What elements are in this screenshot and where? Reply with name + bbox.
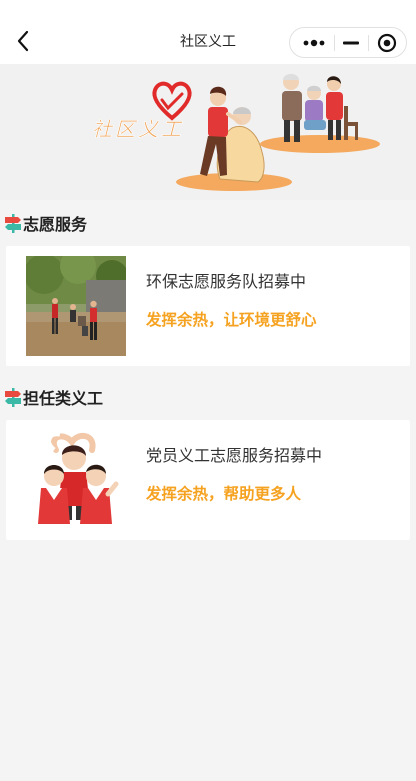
banner-logo-text: 社区义工 xyxy=(92,117,184,141)
list-item-party-volunteer[interactable]: 党员义工志愿服务招募中 发挥余热，帮助更多人 xyxy=(6,420,410,540)
close-button[interactable] xyxy=(369,28,405,57)
section-header-appointed-volunteer: 担任类义工 xyxy=(0,379,416,415)
minus-icon xyxy=(343,41,359,44)
target-circle-icon xyxy=(377,33,397,52)
section-header-volunteer-service: 志愿服务 xyxy=(0,205,416,241)
navigation-bar: 社区义工 xyxy=(0,0,416,64)
signpost-icon xyxy=(5,388,21,407)
list-item-eco-volunteer[interactable]: 环保志愿服务队招募中 发挥余热，让环境更舒心 xyxy=(6,246,410,366)
minimize-button[interactable] xyxy=(335,28,367,57)
heart-hand-icon xyxy=(152,81,192,121)
item-title: 党员义工志愿服务招募中 xyxy=(146,446,323,465)
signpost-icon xyxy=(5,214,21,233)
more-dots-icon xyxy=(303,39,325,46)
section-title: 志愿服务 xyxy=(23,215,88,234)
page: 社区义工 社区义工 志愿服务 环保志愿服务队招募中 发挥余热，让环境更舒心 担任… xyxy=(0,0,416,781)
volunteers-outdoor-photo xyxy=(26,256,126,356)
more-button[interactable] xyxy=(296,28,334,57)
banner: 社区义工 xyxy=(0,64,416,200)
item-subtitle: 发挥余热，让环境更舒心 xyxy=(146,311,317,329)
volunteers-cartoon-heart xyxy=(38,431,119,524)
item-subtitle: 发挥余热，帮助更多人 xyxy=(146,485,302,503)
section-title: 担任类义工 xyxy=(23,389,104,408)
item-title: 环保志愿服务队招募中 xyxy=(146,272,307,291)
banner-illustration-right xyxy=(260,74,380,153)
mini-program-capsule xyxy=(289,27,407,58)
